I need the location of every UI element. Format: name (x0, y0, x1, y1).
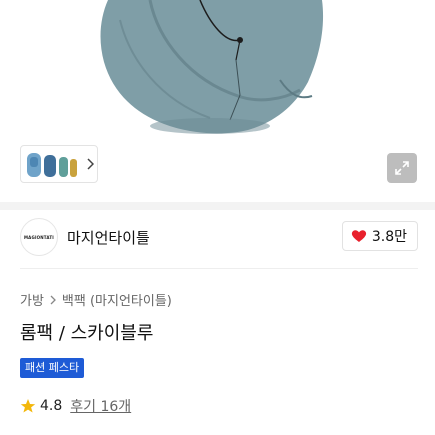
like-button[interactable]: 3.8만 (341, 221, 418, 251)
brand-logo[interactable]: MAGIONTATI (20, 218, 58, 256)
product-title: 롬팩 / 스카이블루 (20, 323, 154, 344)
rating-score: 4.8 (40, 398, 63, 414)
review-count-link[interactable]: 후기 16개 (70, 396, 131, 416)
heart-icon (351, 230, 366, 242)
breadcrumb-item-subcategory[interactable]: 백팩 (마지언타이틀) (62, 290, 172, 309)
thumbnail-strip[interactable] (20, 145, 98, 183)
breadcrumb: 가방 백팩 (마지언타이틀) (20, 290, 172, 309)
backpack-thumbnail-icon[interactable] (25, 149, 79, 179)
breadcrumb-item-category[interactable]: 가방 (20, 290, 44, 309)
brand-name[interactable]: 마지언타이틀 (67, 227, 150, 248)
section-divider (0, 202, 435, 210)
rating-row: 4.8 후기 16개 (20, 396, 131, 416)
chevron-right-icon[interactable] (83, 154, 97, 174)
star-icon (20, 399, 36, 413)
promo-badge: 패션 페스타 (20, 358, 85, 378)
chevron-right-icon (50, 295, 56, 305)
divider (20, 268, 418, 269)
brand-row[interactable]: MAGIONTATI 마지언타이틀 3.8만 (20, 217, 418, 257)
expand-icon[interactable] (387, 153, 417, 183)
like-count: 3.8만 (371, 229, 407, 245)
